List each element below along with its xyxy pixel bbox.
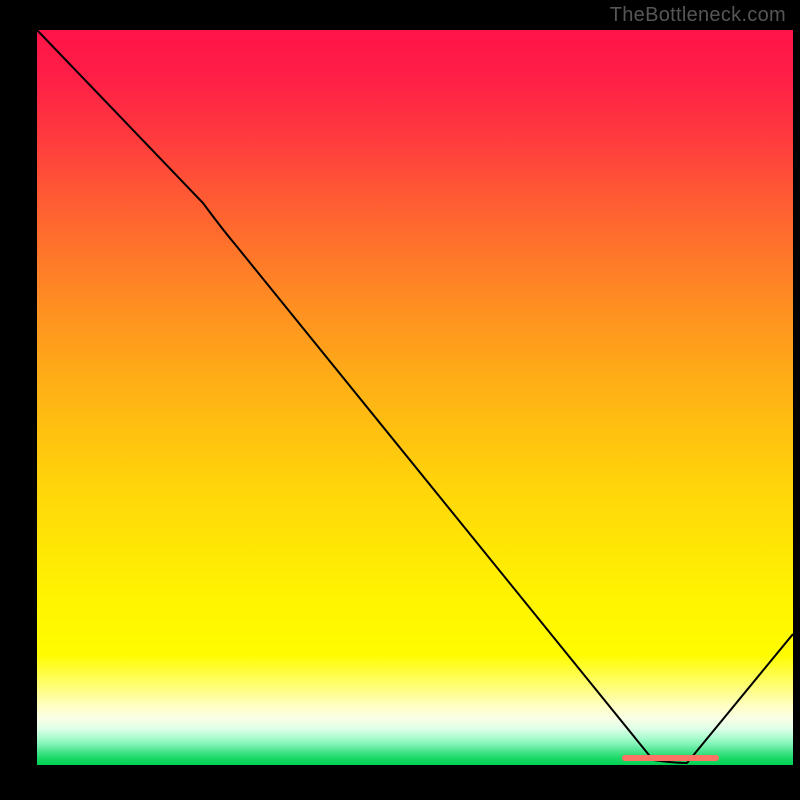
attribution-text: TheBottleneck.com [610,4,786,27]
chart-svg [37,30,793,765]
chart-curve [37,30,793,763]
chart-frame: TheBottleneck.com [0,0,800,800]
chart-marker-segment [622,755,719,761]
chart-plot-area [37,30,793,765]
